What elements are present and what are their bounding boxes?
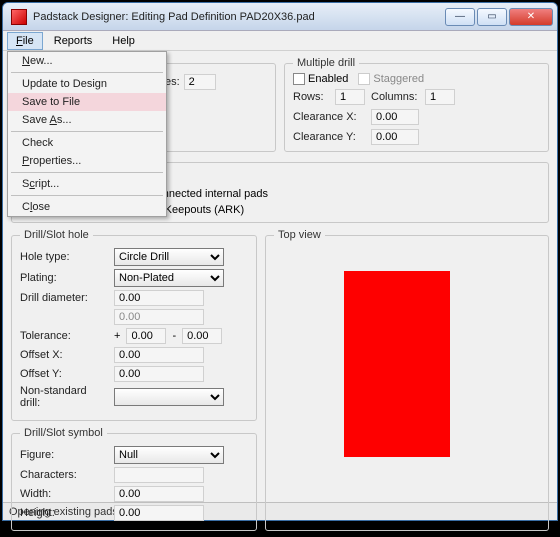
width-label: Width: (20, 488, 108, 500)
menu-properties[interactable]: Properties... (8, 152, 166, 170)
nonstd-drill-label: Non-standard drill: (20, 385, 108, 409)
offset-x-value[interactable]: 0.00 (114, 347, 204, 363)
titlebar[interactable]: Padstack Designer: Editing Pad Definitio… (3, 3, 557, 31)
app-icon (11, 9, 27, 25)
width-value[interactable]: 0.00 (114, 486, 204, 502)
window-title: Padstack Designer: Editing Pad Definitio… (31, 11, 443, 23)
tolerance-plus-value[interactable]: 0.00 (126, 328, 166, 344)
enabled-checkbox[interactable]: Enabled (293, 73, 348, 85)
menu-save-as[interactable]: Save As... (8, 111, 166, 129)
menubar: File Reports Help (3, 31, 557, 51)
characters-value[interactable] (114, 467, 204, 483)
drill-diameter2-value: 0.00 (114, 309, 204, 325)
clearance-x-label: Clearance X: (293, 111, 365, 123)
hole-type-label: Hole type: (20, 251, 108, 263)
menu-script[interactable]: Script... (8, 175, 166, 193)
rows-value[interactable]: 1 (335, 89, 365, 105)
drill-slot-symbol-group: Drill/Slot symbol Figure: Null Character… (11, 427, 257, 531)
tolerance-label: Tolerance: (20, 330, 108, 342)
menu-update-to-design[interactable]: Update to Design (8, 75, 166, 93)
figure-select[interactable]: Null (114, 446, 224, 464)
clearance-y-label: Clearance Y: (293, 131, 365, 143)
offset-y-value[interactable]: 0.00 (114, 366, 204, 382)
menu-close[interactable]: Close (8, 198, 166, 216)
minimize-button[interactable]: — (445, 8, 475, 26)
tolerance-plus: + (114, 330, 120, 342)
menu-reports[interactable]: Reports (45, 32, 102, 50)
menu-file[interactable]: File (7, 32, 43, 50)
tolerance-minus: - (172, 330, 176, 342)
tolerance-minus-value[interactable]: 0.00 (182, 328, 222, 344)
content-area: New... Update to Design Save to File Sav… (3, 51, 557, 502)
offset-y-label: Offset Y: (20, 368, 108, 380)
characters-label: Characters: (20, 469, 108, 481)
clearance-x-value[interactable]: 0.00 (371, 109, 419, 125)
staggered-checkbox: Staggered (358, 73, 424, 85)
rows-label: Rows: (293, 91, 329, 103)
figure-label: Figure: (20, 449, 108, 461)
drill-slot-hole-legend: Drill/Slot hole (20, 229, 93, 241)
hole-type-select[interactable]: Circle Drill (114, 248, 224, 266)
drill-diameter-value[interactable]: 0.00 (114, 290, 204, 306)
height-label: Height: (20, 507, 108, 519)
top-view-legend: Top view (274, 229, 325, 241)
menu-save-to-file[interactable]: Save to File (8, 93, 166, 111)
file-menu-dropdown: New... Update to Design Save to File Sav… (7, 51, 167, 217)
decimal-places-value[interactable]: 2 (184, 74, 216, 90)
height-value[interactable]: 0.00 (114, 505, 204, 521)
plating-select[interactable]: Non-Plated (114, 269, 224, 287)
columns-label: Columns: (371, 91, 419, 103)
app-window: Padstack Designer: Editing Pad Definitio… (2, 2, 558, 521)
pad-preview-shape (344, 271, 450, 457)
drill-slot-hole-group: Drill/Slot hole Hole type: Circle Drill … (11, 229, 257, 421)
menu-help[interactable]: Help (103, 32, 144, 50)
close-button[interactable]: ✕ (509, 8, 553, 26)
clearance-y-value[interactable]: 0.00 (371, 129, 419, 145)
plating-label: Plating: (20, 272, 108, 284)
drill-diameter-label: Drill diameter: (20, 292, 108, 304)
menu-check[interactable]: Check (8, 134, 166, 152)
maximize-button[interactable]: ▭ (477, 8, 507, 26)
columns-value[interactable]: 1 (425, 89, 455, 105)
nonstd-drill-select[interactable] (114, 388, 224, 406)
offset-x-label: Offset X: (20, 349, 108, 361)
drill-slot-symbol-legend: Drill/Slot symbol (20, 427, 107, 439)
multiple-drill-legend: Multiple drill (293, 57, 359, 69)
multiple-drill-group: Multiple drill Enabled Staggered Rows: 1… (284, 57, 549, 152)
menu-new[interactable]: New... (8, 52, 166, 70)
top-view-group: Top view (265, 229, 549, 531)
